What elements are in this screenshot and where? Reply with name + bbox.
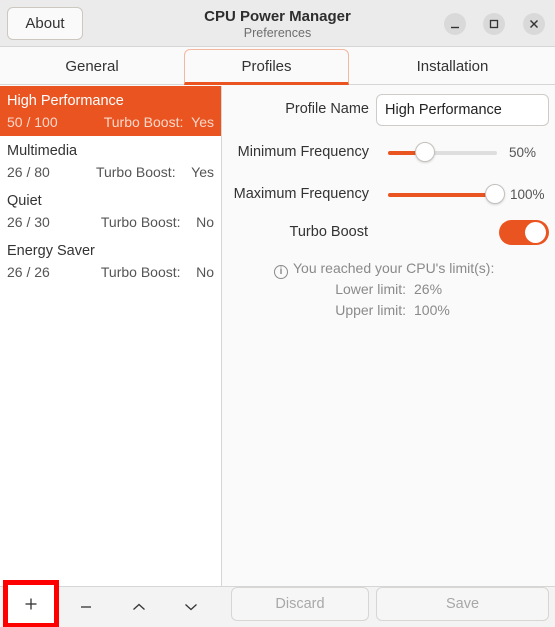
chevron-up-icon [133,603,145,610]
upper-limit-label: Upper limit: [335,302,406,318]
bottom-toolbar: Discard Save [0,580,555,627]
profile-turbo-label: Turbo Boost: [100,214,181,230]
minimize-icon [451,26,459,29]
minus-icon [81,606,91,608]
move-up-button[interactable] [116,587,162,627]
min-frequency-value: 50% [509,145,537,160]
move-down-button[interactable] [168,587,214,627]
max-frequency-label: Maximum Frequency [233,186,369,202]
profile-turbo-value: Yes [191,114,214,130]
profile-item-multimedia[interactable]: Multimedia 26 / 80 Turbo Boost: Yes [0,136,221,186]
profile-turbo-value: Yes [191,164,214,180]
title-block: CPU Power Manager Preferences [0,8,555,41]
profile-turbo-label: Turbo Boost: [103,114,184,130]
profile-turbo-value: No [196,214,214,230]
window-title: CPU Power Manager [204,8,351,25]
remove-profile-button[interactable] [63,587,109,627]
chevron-down-icon [185,604,197,611]
profile-range: 26 / 30 [7,214,50,230]
max-frequency-slider[interactable] [388,184,505,204]
min-frequency-handle[interactable] [415,142,436,162]
profile-name: Multimedia [7,143,78,159]
maximize-icon [489,19,499,29]
tab-bar: General Profiles Installation [0,47,555,85]
add-profile-button[interactable] [3,580,59,627]
save-button[interactable]: Save [376,587,549,621]
profile-item-quiet[interactable]: Quiet 26 / 30 Turbo Boost: No [0,186,221,236]
profile-name: Quiet [7,193,42,209]
profile-turbo-value: No [196,264,214,280]
profile-range: 50 / 100 [7,114,58,130]
lower-limit-value: 26% [414,281,443,297]
maximize-button[interactable] [483,13,505,35]
profile-name: High Performance [7,93,124,109]
about-button[interactable]: About [7,7,83,40]
close-icon [530,20,538,28]
profile-range: 26 / 80 [7,164,50,180]
profile-name: Energy Saver [7,243,95,259]
lower-limit-label: Lower limit: [335,281,406,297]
profile-name-input[interactable]: High Performance [376,94,549,126]
profile-item-energy-saver[interactable]: Energy Saver 26 / 26 Turbo Boost: No [0,236,221,286]
max-frequency-fill [388,193,495,197]
max-frequency-value: 100% [510,187,545,202]
switch-knob [525,222,546,243]
profile-turbo-label: Turbo Boost: [95,164,176,180]
tab-installation[interactable]: Installation [350,47,555,85]
plus-icon [25,598,37,610]
window-subtitle: Preferences [243,26,312,40]
profile-list: High Performance 50 / 100 Turbo Boost: Y… [0,86,222,586]
turbo-boost-switch[interactable] [499,220,549,245]
discard-button[interactable]: Discard [231,587,369,621]
profile-turbo-label: Turbo Boost: [100,264,181,280]
header-bar: About CPU Power Manager Preferences [0,0,555,47]
info-icon: i [274,265,288,279]
limit-message: i You reached your CPU's limit(s): [274,260,494,279]
close-button[interactable] [523,13,545,35]
turbo-boost-label: Turbo Boost [289,224,368,240]
profile-range: 26 / 26 [7,264,50,280]
limit-message-text: You reached your CPU's limit(s): [293,260,495,276]
tab-profiles[interactable]: Profiles [184,49,349,85]
profile-name-label: Profile Name [285,101,369,117]
min-frequency-slider[interactable] [388,142,497,162]
upper-limit-value: 100% [414,302,450,318]
max-frequency-handle[interactable] [485,184,505,204]
profile-item-high-performance[interactable]: High Performance 50 / 100 Turbo Boost: Y… [0,86,221,136]
tab-general[interactable]: General [0,47,184,85]
minimize-button[interactable] [444,13,466,35]
min-frequency-label: Minimum Frequency [237,144,369,160]
